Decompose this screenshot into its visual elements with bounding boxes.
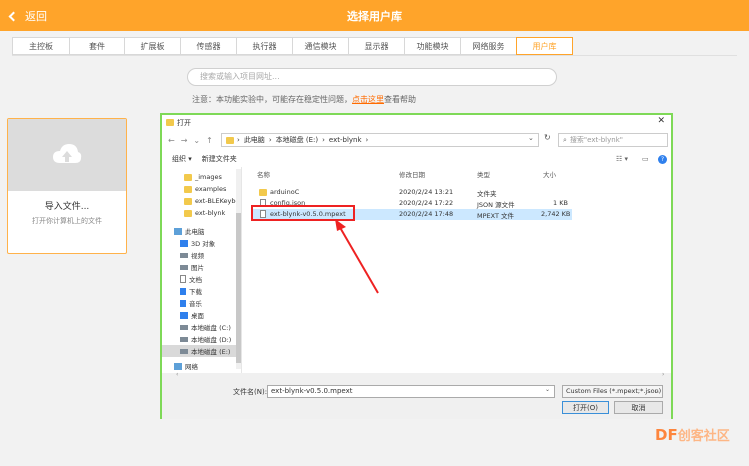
- watermark-logo: DF创客社区: [655, 425, 730, 444]
- watermark-text: 创客社区: [677, 429, 730, 444]
- watermark-brand: DF: [655, 426, 678, 444]
- annotation-arrow: [335, 219, 379, 294]
